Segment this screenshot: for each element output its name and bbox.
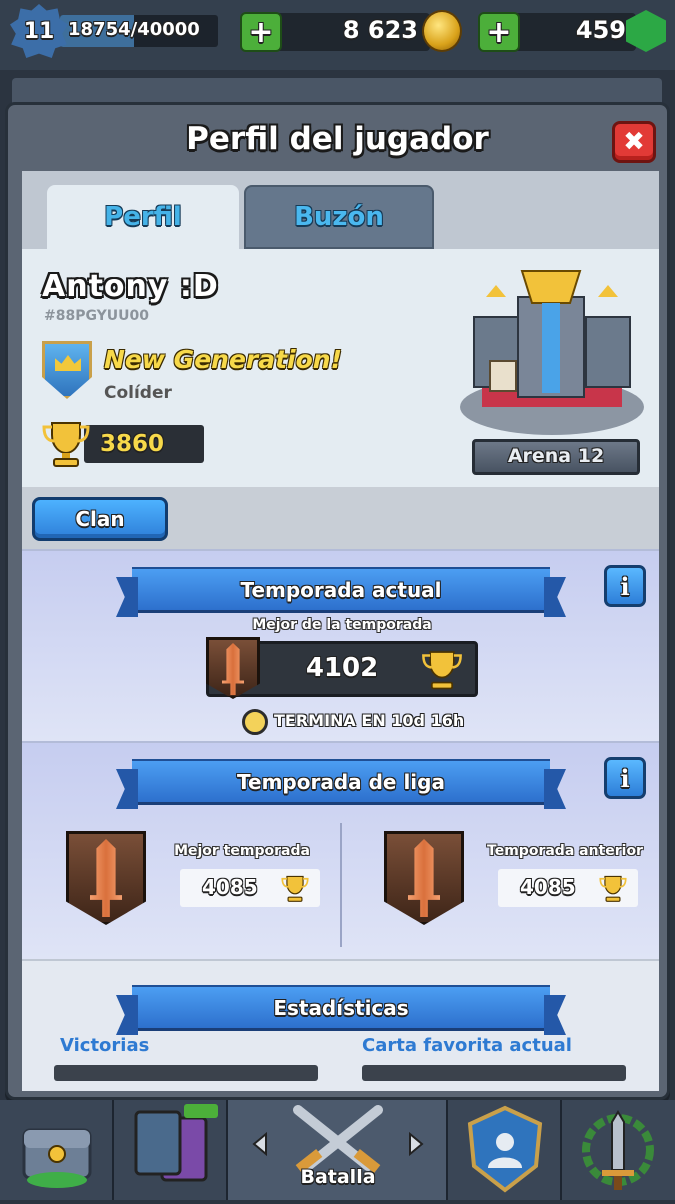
gold-coin-icon [422, 10, 462, 52]
player-tag: #88PGYUU00 [44, 308, 150, 324]
gold-value: 8 623 [342, 16, 418, 44]
arena-label: Arena 12 [507, 445, 605, 467]
arena-image[interactable] [452, 257, 650, 445]
top-resource-bar: 18754/40000 11 + 8 623 + 459 [0, 0, 675, 70]
favorite-card-label: Carta favorita actual [362, 1035, 572, 1056]
league-season-section: Temporada de liga i Mejor temporada 4085… [22, 741, 659, 959]
dialog-content: Perfil Buzón Antony :D #88PGYUU00 New Ge… [22, 171, 659, 1091]
player-profile-dialog: Perfil del jugador ✖ Perfil Buzón Antony… [5, 102, 670, 1100]
divider [340, 823, 342, 947]
close-icon: ✖ [623, 127, 645, 157]
previous-season-value: 4085 [520, 875, 576, 899]
laurel-sword-icon [582, 1110, 654, 1190]
season-best-label: Mejor de la temporada [252, 617, 432, 633]
clan-strip: Clan [22, 487, 659, 549]
trophy-icon [281, 875, 309, 902]
wins-label: Victorias [60, 1035, 150, 1056]
nav-tournaments[interactable] [562, 1100, 675, 1200]
clan-role: Colíder [104, 383, 172, 403]
trophy-icon [42, 422, 90, 467]
nav-cards[interactable] [114, 1100, 228, 1200]
clan-shield-icon [467, 1105, 543, 1193]
current-season-ribbon: Temporada actual [132, 567, 550, 613]
info-icon: i [620, 571, 630, 601]
clock-icon [242, 709, 268, 735]
info-icon: i [620, 763, 630, 793]
clan-name[interactable]: New Generation! [104, 345, 342, 374]
player-name: Antony :D [42, 269, 219, 304]
trophy-count: 3860 [100, 431, 165, 457]
level-star-icon[interactable]: 11 [10, 4, 68, 58]
add-gold-button[interactable]: + [240, 12, 282, 52]
previous-season-label: Temporada anterior [487, 843, 643, 859]
league-season-info-button[interactable]: i [604, 757, 646, 799]
tab-profile[interactable]: Perfil [47, 185, 239, 249]
trophy-icon [599, 875, 627, 902]
current-season-info-button[interactable]: i [604, 565, 646, 607]
nav-shop[interactable] [0, 1100, 114, 1200]
nav-battle-label: Batalla [300, 1166, 376, 1188]
dialog-title: Perfil del jugador [186, 121, 489, 157]
tab-inbox[interactable]: Buzón [244, 185, 434, 249]
xp-bar: 18754/40000 [60, 15, 218, 47]
treasure-chest-icon [22, 1128, 92, 1188]
current-season-section: Temporada actual i Mejor de la temporada… [22, 549, 659, 741]
cards-icon [134, 1104, 218, 1182]
best-season-label: Mejor temporada [174, 843, 310, 859]
xp-text: 18754/40000 [68, 19, 200, 40]
statistics-ribbon: Estadísticas [132, 985, 550, 1031]
gems-value: 459 [575, 16, 626, 44]
wins-value-bar [54, 1065, 318, 1081]
close-button[interactable]: ✖ [612, 121, 656, 163]
add-gems-button[interactable]: + [478, 12, 520, 52]
level-value: 11 [23, 18, 55, 44]
best-season-value: 4085 [202, 875, 258, 899]
profile-section: Antony :D #88PGYUU00 New Generation! Col… [22, 249, 659, 487]
nav-clan[interactable] [448, 1100, 562, 1200]
favorite-card-bar [362, 1065, 626, 1081]
tab-bar: Perfil Buzón [22, 171, 659, 249]
clan-button[interactable]: Clan [32, 497, 168, 541]
trophy-icon [422, 651, 462, 690]
season-ends-text: TERMINA EN 10d 16h [274, 711, 465, 730]
statistics-section: Estadísticas Victorias Carta favorita ac… [22, 959, 659, 1091]
league-season-ribbon: Temporada de liga [132, 759, 550, 805]
